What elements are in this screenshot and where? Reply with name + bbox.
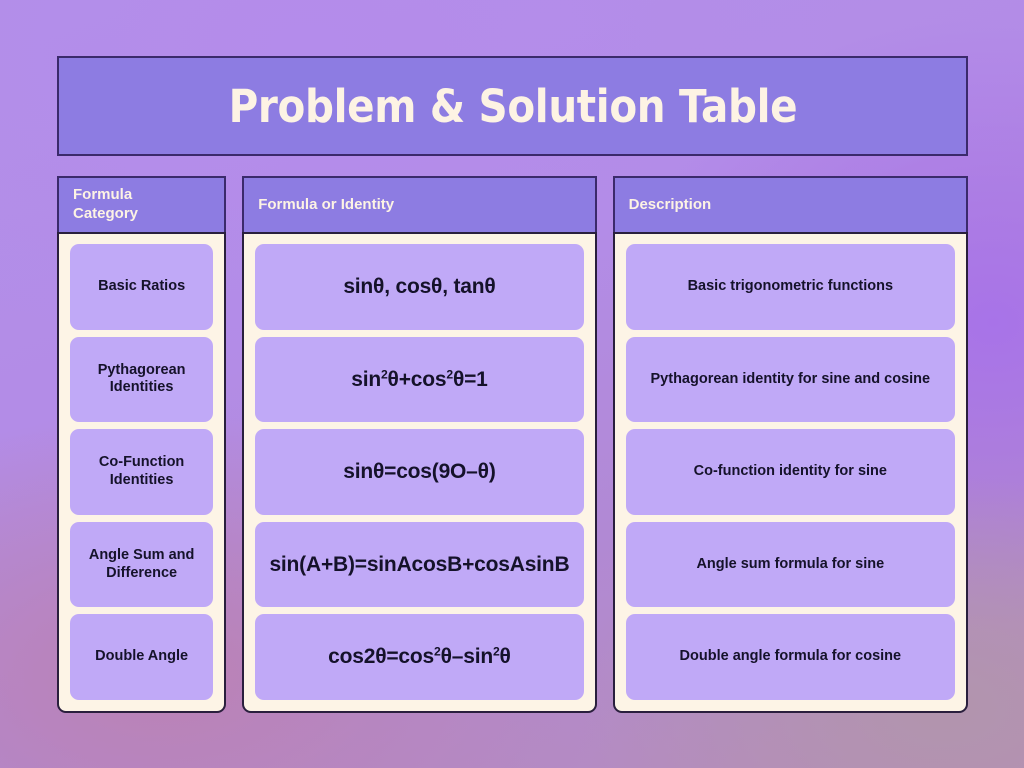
column-body-formula-or-identity: sinθ, cosθ, tanθ sin2θ+cos2θ=1 sinθ=cos(… [242,232,597,713]
table-cell-description[interactable]: Angle sum formula for sine [625,521,955,608]
table-columns: Formula Category Basic Ratios Pythagorea… [57,176,968,713]
cell-label: Pythagorean identity for sine and cosine [650,370,931,387]
cell-label: Co-Function Identities [98,454,185,488]
table-cell-description[interactable]: Pythagorean identity for sine and cosine [625,336,955,423]
column-body-formula-category: Basic Ratios Pythagorean Identities Co-F… [57,232,227,713]
cell-label: Double Angle [95,648,189,665]
cell-formula: sinθ=cos(9O–θ) [343,460,496,484]
column-formula-category: Formula Category Basic Ratios Pythagorea… [57,176,227,713]
cell-formula: sin(A+B)=sinAcosB+cosAsinB [269,552,570,576]
cell-label: Double angle formula for cosine [679,648,902,665]
table-cell-formula[interactable]: sin(A+B)=sinAcosB+cosAsinB [255,521,584,608]
column-header-description: Description [612,176,968,232]
table-cell-category[interactable]: Co-Function Identities [70,429,214,515]
column-description: Description Basic trigonometric function… [612,176,968,713]
column-header-formula-or-identity: Formula or Identity [242,176,597,232]
cell-formula: sin2θ+cos2θ=1 [351,367,488,391]
cell-label: Basic Ratios [98,277,186,294]
column-body-description: Basic trigonometric functions Pythagorea… [612,232,968,713]
column-header-label: Description [628,195,712,213]
table-cell-formula[interactable]: sinθ, cosθ, tanθ [255,244,584,330]
table-cell-category[interactable]: Double Angle [70,614,214,700]
cell-label: Pythagorean Identities [97,361,186,396]
table-cell-description[interactable]: Basic trigonometric functions [625,244,955,330]
table-cell-category[interactable]: Basic Ratios [70,244,214,330]
page-title-bar: Problem & Solution Table [57,56,968,156]
page-title: Problem & Solution Table [228,79,797,133]
cell-formula: cos2θ=cos2θ–sin2θ [328,644,511,669]
table-cell-formula[interactable]: sinθ=cos(9O–θ) [255,429,584,515]
table-cell-category[interactable]: Angle Sum and Difference [70,521,214,608]
column-header-label: Formula or Identity [258,195,395,213]
table-cell-formula[interactable]: sin2θ+cos2θ=1 [255,336,584,423]
table-cell-description[interactable]: Co-function identity for sine [625,429,955,515]
column-header-label: Formula Category [73,186,139,222]
column-formula-or-identity: Formula or Identity sinθ, cosθ, tanθ sin… [242,176,597,713]
cell-label: Angle sum formula for sine [696,555,885,572]
table-cell-formula[interactable]: cos2θ=cos2θ–sin2θ [255,614,584,700]
cell-label: Co-function identity for sine [693,463,887,480]
cell-label: Basic trigonometric functions [687,277,894,294]
table-cell-description[interactable]: Double angle formula for cosine [625,614,955,700]
cell-formula: sinθ, cosθ, tanθ [343,274,496,298]
column-header-formula-category: Formula Category [57,176,227,232]
table-cell-category[interactable]: Pythagorean Identities [70,336,214,423]
cell-label: Angle Sum and Difference [88,546,195,581]
